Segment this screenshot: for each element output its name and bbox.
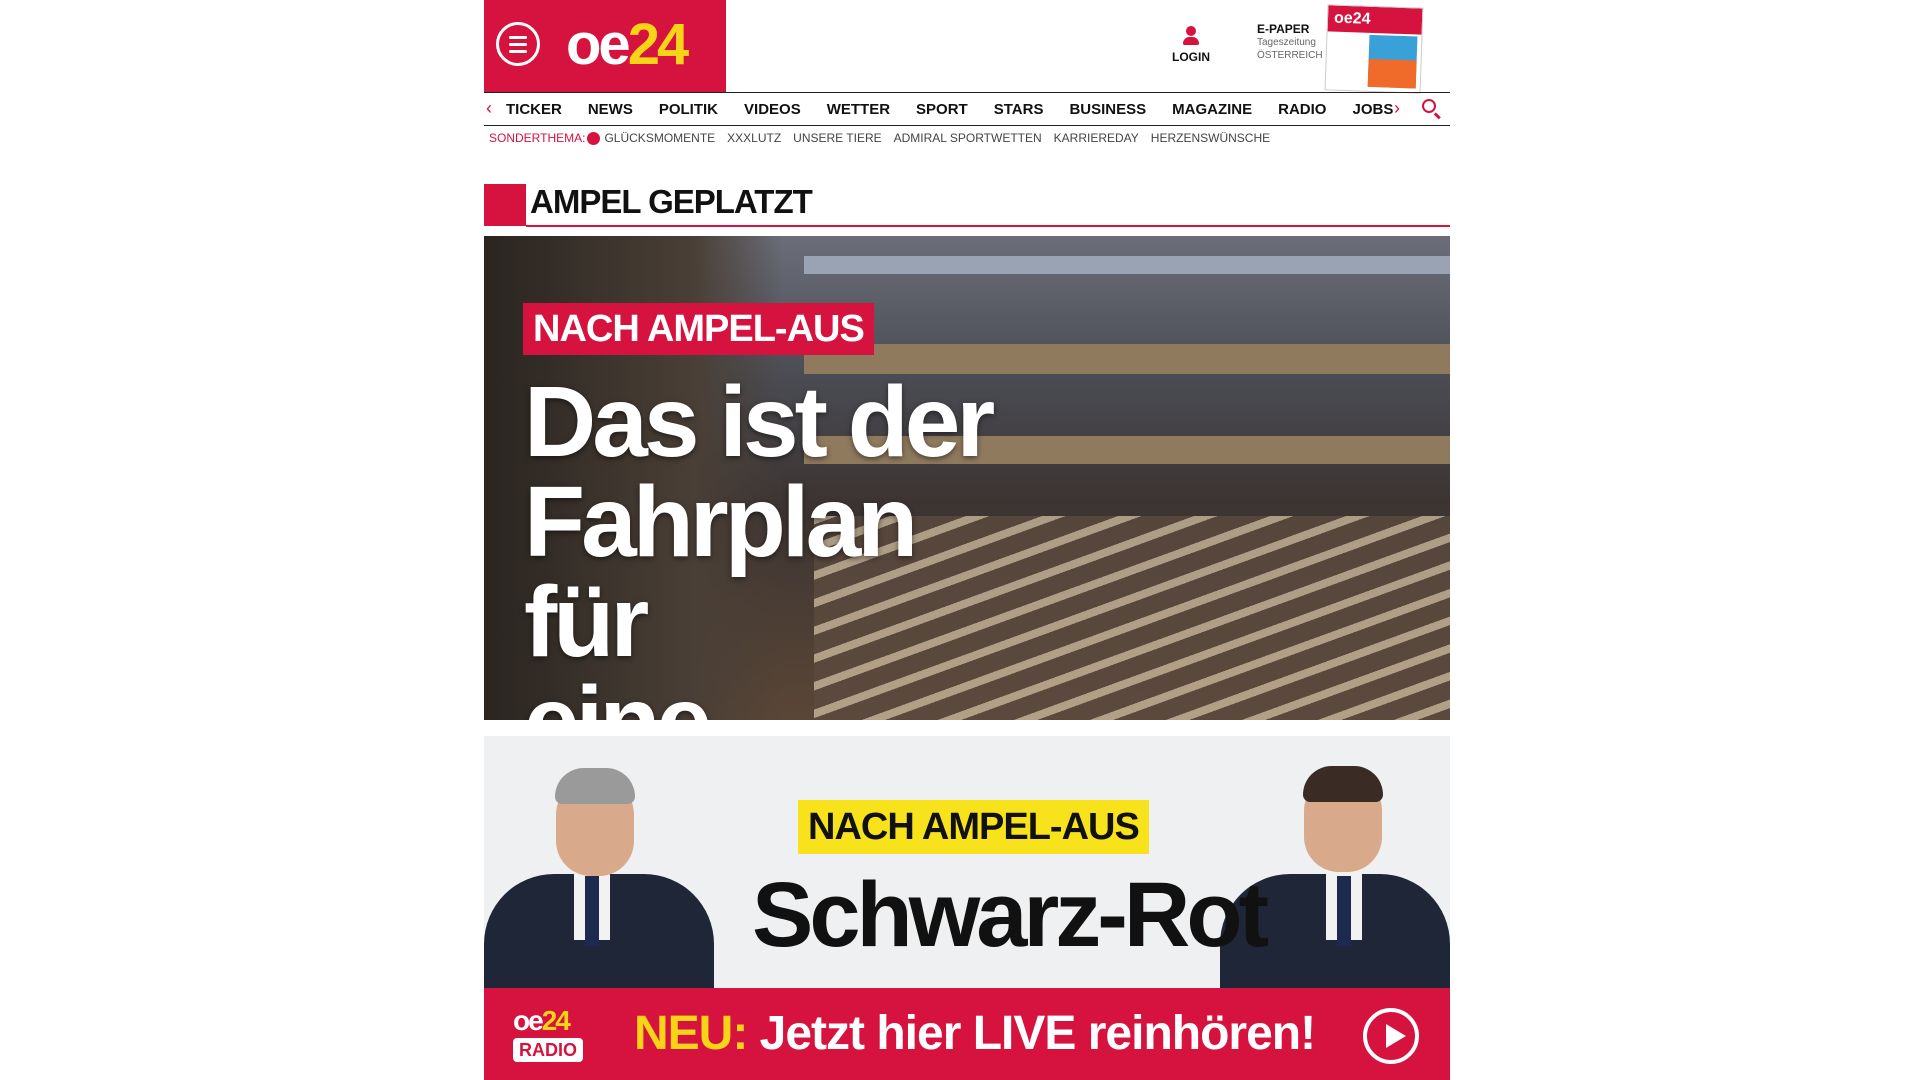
page: oe24 LOGIN E-PAPER Tageszeitung ÖSTERREI… [484,0,1450,1080]
hero1-kicker: NACH AMPEL-AUS [523,303,874,355]
epaper-cover-image[interactable]: oe24 [1324,4,1424,94]
hero-article-1[interactable]: NACH AMPEL-AUS Das ist der Fahrplan für … [484,236,1450,720]
search-icon[interactable] [1422,99,1436,113]
epaper-cover-logo: oe24 [1327,5,1423,35]
nav-item-ticker[interactable]: TICKER [506,101,562,118]
epaper-title: E-PAPER [1257,22,1310,36]
hero1-title-line: Das ist der [524,366,995,478]
section-marker [484,184,526,226]
hero1-title-line: Fahrplan für [524,466,918,678]
nav-item-sport[interactable]: SPORT [916,101,968,118]
main-nav: ‹ TICKER NEWS POLITIK VIDEOS WETTER SPOR… [484,92,1450,126]
nav-item-magazine[interactable]: MAGAZINE [1172,101,1252,118]
hero1-title: Das ist der Fahrplan für eine Neuwahl [524,372,1044,720]
radio-banner-text: NEU: Jetzt hier LIVE reinhören! [634,1007,1316,1060]
hero-article-2[interactable]: NACH AMPEL-AUS Schwarz-Rot [484,736,1450,988]
subnav-label: SONDERTHEMA: [489,131,586,145]
user-icon [1166,26,1216,45]
nav-item-radio[interactable]: RADIO [1278,101,1326,118]
nav-item-wetter[interactable]: WETTER [827,101,890,118]
radio-logo-label: RADIO [513,1038,583,1062]
radio-logo: oe24 RADIO [513,1006,605,1068]
nav-item-business[interactable]: BUSINESS [1069,101,1146,118]
login-label: LOGIN [1172,50,1210,64]
subnav-link-karriereday[interactable]: KARRIEREDAY [1054,131,1139,145]
subnav-link-admiral[interactable]: ADMIRAL SPORTWETTEN [894,131,1042,145]
section-title[interactable]: AMPEL GEPLATZT [530,183,813,221]
subnav-link-gluecksmomente[interactable]: GLÜCKSMOMENTE [604,131,715,145]
hero2-kicker: NACH AMPEL-AUS [798,800,1149,854]
nav-item-politik[interactable]: POLITIK [659,101,718,118]
header-logo-block: oe24 [484,0,726,92]
radio-banner[interactable]: oe24 RADIO NEU: Jetzt hier LIVE reinhöre… [484,988,1450,1080]
subnav: SONDERTHEMA: GLÜCKSMOMENTE XXXLUTZ UNSER… [489,128,1282,148]
nav-item-stars[interactable]: STARS [994,101,1044,118]
person-left-image [484,754,724,988]
subnav-link-xxxlutz[interactable]: XXXLUTZ [727,131,781,145]
nav-item-videos[interactable]: VIDEOS [744,101,801,118]
nav-left-arrow-icon[interactable]: ‹ [486,98,492,119]
hero2-title: Schwarz-Rot [752,864,1269,966]
subnav-link-herzenswuensche[interactable]: HERZENSWÜNSCHE [1151,131,1270,145]
hero1-title-line: eine Neuwahl [524,672,1044,720]
nav-item-jobs[interactable]: JOBS [1352,101,1393,118]
site-logo[interactable]: oe24 [566,10,689,80]
epaper-link[interactable]: E-PAPER Tageszeitung ÖSTERREICH [1257,22,1327,62]
epaper-line1: Tageszeitung [1257,37,1316,48]
nav-right-arrow-icon[interactable]: › [1394,98,1400,119]
subnav-link-unsere-tiere[interactable]: UNSERE TIERE [793,131,881,145]
clover-icon [587,131,601,145]
section-divider [526,225,1450,227]
play-icon[interactable] [1363,1008,1419,1064]
login-button[interactable]: LOGIN [1166,26,1216,64]
nav-item-news[interactable]: NEWS [588,101,633,118]
epaper-line2: ÖSTERREICH [1257,50,1323,61]
hamburger-icon[interactable] [496,22,540,66]
